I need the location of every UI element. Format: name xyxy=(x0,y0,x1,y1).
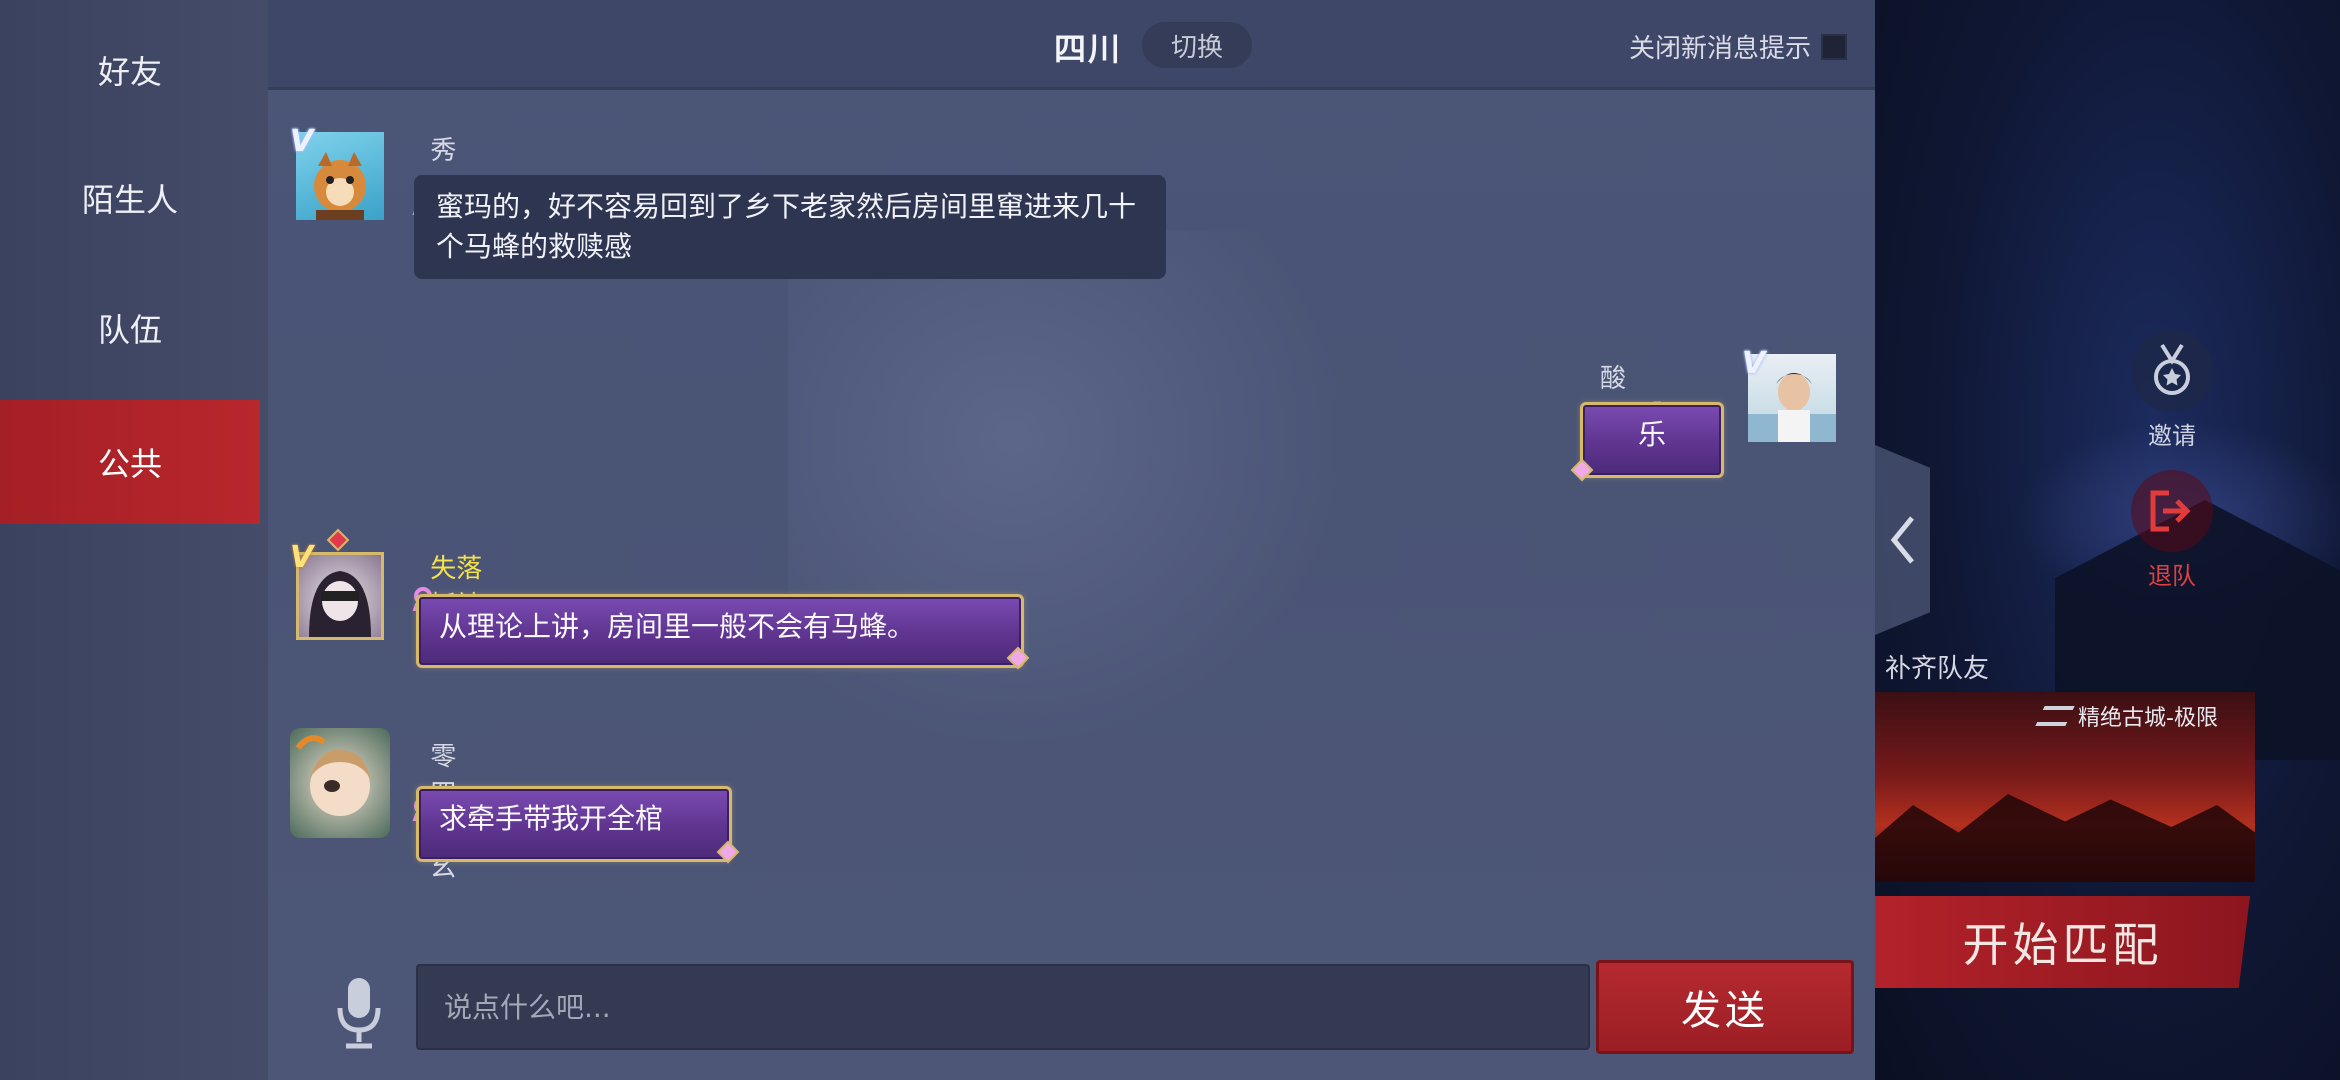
message-text: 从理论上讲，房间里一般不会有马蜂。 xyxy=(439,610,916,643)
tab-friends[interactable]: 好友 xyxy=(0,8,260,132)
invite-label: 邀请 xyxy=(2148,422,2196,450)
microphone-button[interactable] xyxy=(328,974,390,1052)
tab-strangers[interactable]: 陌生人 xyxy=(0,136,260,260)
chevron-left-icon xyxy=(1890,516,1914,564)
send-button[interactable]: 发送 xyxy=(1596,960,1854,1054)
fill-team-label[interactable]: 补齐队友 xyxy=(1885,648,1989,685)
background-character-art xyxy=(788,230,1348,750)
message-text: 求牵手带我开全棺 xyxy=(439,802,664,835)
leave-team-button[interactable]: 退队 xyxy=(2112,470,2232,591)
vip-badge-icon: V xyxy=(290,540,314,575)
medal-icon xyxy=(2131,330,2213,412)
message-bubble: 从理论上讲，房间里一般不会有马蜂。 xyxy=(416,594,1024,668)
start-match-button[interactable]: 开始匹配 xyxy=(1875,896,2250,988)
collapse-chat-handle[interactable] xyxy=(1875,445,1930,635)
channel-name: 四川 xyxy=(1054,30,1123,68)
map-name: 精绝古城-极限 xyxy=(2078,706,2218,731)
tab-public[interactable]: 公共 xyxy=(0,400,260,524)
tab-team[interactable]: 队伍 xyxy=(0,266,260,390)
avatar[interactable] xyxy=(290,728,390,838)
chat-message-input[interactable] xyxy=(416,964,1590,1050)
mute-notifications-toggle[interactable]: 关闭新消息提示 xyxy=(1629,28,1847,65)
vip-badge-icon: V xyxy=(290,124,314,159)
vip-badge-icon: V xyxy=(1742,346,1766,381)
chat-header: 四川 切换 关闭新消息提示 xyxy=(268,0,1875,90)
mute-notifications-label: 关闭新消息提示 xyxy=(1628,34,1811,64)
chat-input-bar: 发送 xyxy=(268,950,1875,1080)
avatar-frame-gem-icon xyxy=(326,528,350,552)
message-text: 乐 xyxy=(1637,418,1666,451)
map-artwork xyxy=(1875,794,2255,882)
map-mode-icon xyxy=(2035,706,2075,726)
mute-checkbox[interactable] xyxy=(1821,33,1847,60)
leave-team-label: 退队 xyxy=(2148,562,2196,590)
microphone-icon xyxy=(337,978,381,1049)
invite-button[interactable]: 邀请 xyxy=(2112,330,2232,451)
message-bubble: 蜜玛的，好不容易回到了乡下老家然后房间里窜进来几十个马蜂的救赎感 xyxy=(414,175,1166,279)
map-name-row: 精绝古城-极限 xyxy=(2035,700,2218,732)
exit-icon xyxy=(2131,470,2213,552)
chat-panel: 四川 切换 关闭新消息提示 V 秀叭宝宝 蜜玛的，好不容易回到了乡下老家然后房间… xyxy=(268,0,1875,1080)
message-bubble: 乐 xyxy=(1580,402,1724,478)
chat-tab-sidebar: 好友 陌生人 队伍 公共 xyxy=(0,0,270,1080)
message-bubble: 求牵手带我开全棺 xyxy=(416,786,732,862)
switch-channel-button[interactable]: 切换 xyxy=(1142,22,1252,68)
message-text: 蜜玛的，好不容易回到了乡下老家然后房间里窜进来几十个马蜂的救赎感 xyxy=(436,190,1137,263)
